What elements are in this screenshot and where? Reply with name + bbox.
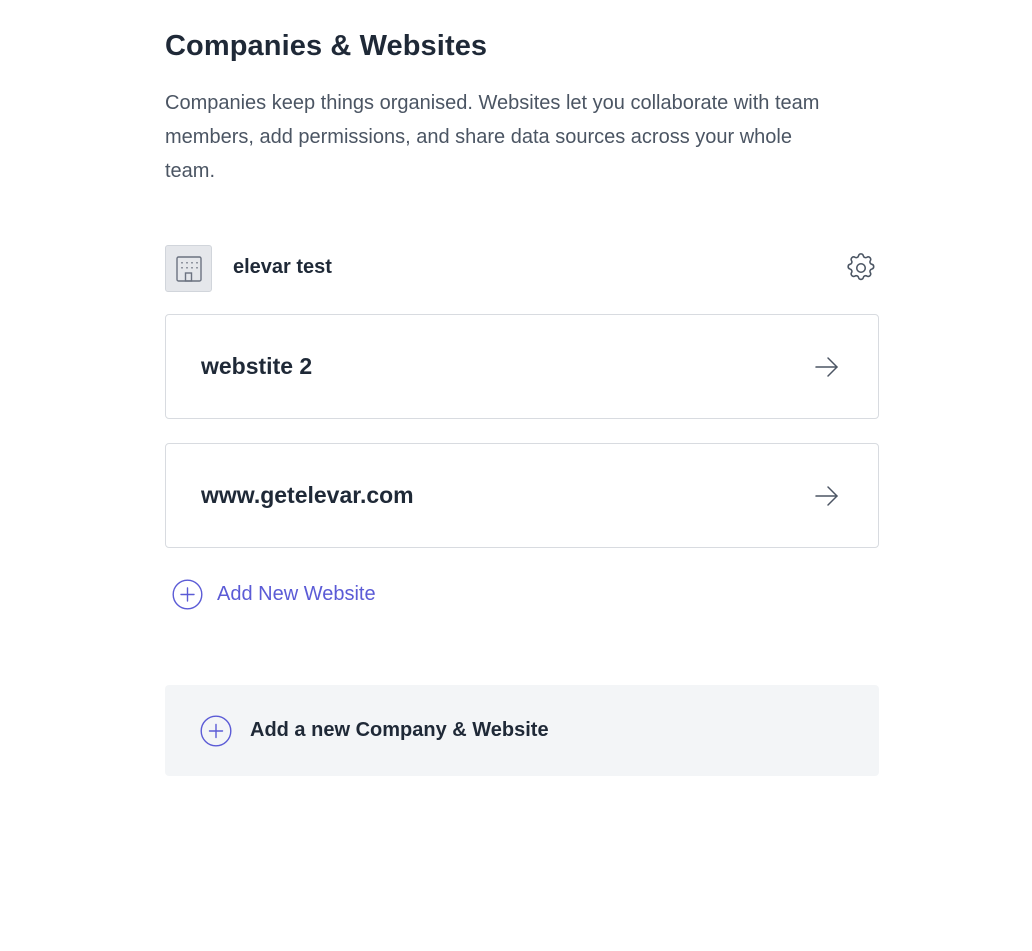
plus-circle-icon bbox=[200, 715, 232, 747]
website-card[interactable]: www.getelevar.com bbox=[165, 443, 879, 548]
building-icon bbox=[165, 245, 212, 292]
page-title: Companies & Websites bbox=[165, 30, 488, 62]
page-description: Companies keep things organised. Website… bbox=[165, 92, 820, 182]
arrow-right-icon bbox=[815, 357, 838, 377]
add-new-website-label: Add New Website bbox=[217, 582, 376, 605]
plus-circle-icon bbox=[172, 578, 203, 610]
add-company-website-label: Add a new Company & Website bbox=[250, 719, 549, 741]
arrow-right-icon bbox=[815, 486, 838, 506]
add-company-website-button[interactable]: Add a new Company & Website bbox=[165, 685, 879, 776]
company-row: elevar test bbox=[165, 245, 879, 292]
company-settings-button[interactable] bbox=[843, 250, 879, 286]
website-card[interactable]: webstite 2 bbox=[165, 314, 879, 419]
website-name: webstite 2 bbox=[201, 353, 313, 379]
company-name: elevar test bbox=[233, 256, 332, 278]
gear-icon bbox=[847, 253, 875, 281]
add-new-website-button[interactable]: Add New Website bbox=[172, 578, 376, 610]
website-name: www.getelevar.com bbox=[201, 482, 414, 508]
